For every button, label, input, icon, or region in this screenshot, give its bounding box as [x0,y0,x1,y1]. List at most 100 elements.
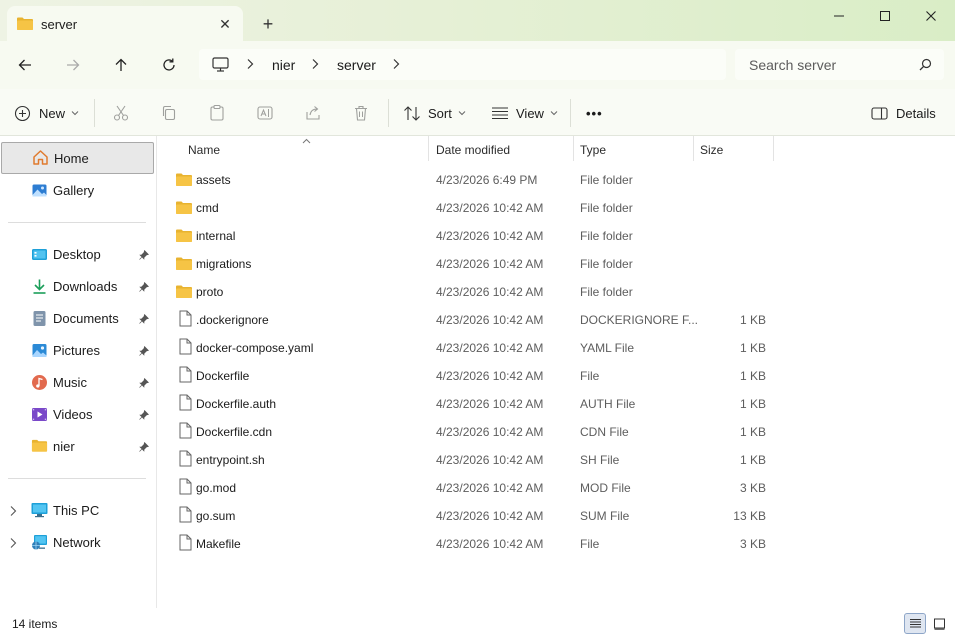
table-row[interactable]: .dockerignore 4/23/2026 10:42 AM DOCKERIGN… [173,305,773,333]
sidebar-item-pictures[interactable]: Pictures [0,334,156,366]
close-window-button[interactable] [908,0,954,32]
new-label: New [39,105,66,121]
breadcrumb-nier[interactable]: nier [272,57,295,73]
table-row[interactable]: go.sum 4/23/2026 10:42 AM SUM File 13 KB [173,501,773,529]
file-icon [177,422,193,442]
command-bar: New Sort View ••• Details [0,89,955,136]
search-input[interactable]: Search server [735,49,944,80]
share-button[interactable] [304,101,322,125]
sidebar-item-label: Documents [53,311,119,326]
paste-button[interactable] [208,101,226,125]
view-button[interactable]: View [491,101,558,125]
sidebar-item-music[interactable]: Music [0,366,156,398]
table-row[interactable]: migrations 4/23/2026 10:42 AM File folder [173,249,773,277]
pin-icon[interactable] [139,441,150,455]
pin-icon[interactable] [139,409,150,423]
details-button[interactable]: Details [871,101,936,125]
sidebar-item-label: Music [53,375,87,390]
minimize-button[interactable] [816,0,862,32]
up-button[interactable] [107,51,135,79]
sidebar-item-desktop[interactable]: Desktop [0,238,156,270]
file-type: YAML File [580,341,635,355]
table-row[interactable]: Dockerfile 4/23/2026 10:42 AM File 1 KB [173,361,773,389]
column-header-date[interactable]: Date modified [429,136,573,161]
delete-button[interactable] [352,101,370,125]
copy-button[interactable] [160,101,178,125]
sidebar-item-label: nier [53,439,75,454]
sidebar-item-network[interactable]: Network [0,526,156,558]
file-date-modified: 4/23/2026 10:42 AM [436,397,544,411]
search-icon [919,58,932,74]
column-resize-handle[interactable] [773,136,774,161]
file-type: DOCKERIGNORE F... [580,313,699,327]
share-icon [306,106,320,120]
column-header-name[interactable]: Name [180,136,428,161]
back-button[interactable] [11,51,39,79]
cut-button[interactable] [112,101,130,125]
pin-icon[interactable] [139,249,150,263]
file-type: MOD File [580,481,631,495]
file-type: File folder [580,285,633,299]
expand-chevron-icon[interactable] [9,505,17,520]
address-bar[interactable]: nier server [199,49,726,80]
table-row[interactable]: Makefile 4/23/2026 10:42 AM File 3 KB [173,529,773,557]
large-icons-view-button[interactable] [928,613,950,634]
table-row[interactable]: Dockerfile.cdn 4/23/2026 10:42 AM CDN File… [173,417,773,445]
table-row[interactable]: Dockerfile.auth 4/23/2026 10:42 AM AUTH Fi… [173,389,773,417]
new-button[interactable]: New [14,101,79,125]
table-row[interactable]: internal 4/23/2026 10:42 AM File folder [173,221,773,249]
table-row[interactable]: docker-compose.yaml 4/23/2026 10:42 AM YAM… [173,333,773,361]
sidebar-item-gallery[interactable]: Gallery [0,174,156,206]
rename-button[interactable] [256,101,274,125]
sidebar-item-label: Home [54,151,89,166]
pin-icon[interactable] [139,377,150,391]
table-row[interactable]: go.mod 4/23/2026 10:42 AM MOD File 3 KB [173,473,773,501]
sidebar-item-home[interactable]: Home [1,142,154,174]
file-icon [177,366,193,386]
column-header-size[interactable]: Size [694,136,773,161]
file-list: Name Date modified Type Size assets 4/23/… [157,136,955,608]
breadcrumb-server[interactable]: server [337,57,376,73]
sort-button[interactable]: Sort [403,101,466,125]
file-icon [177,534,193,554]
sidebar-item-documents[interactable]: Documents [0,302,156,334]
table-row[interactable]: proto 4/23/2026 10:42 AM File folder [173,277,773,305]
file-date-modified: 4/23/2026 10:42 AM [436,285,544,299]
folder-icon [16,16,34,34]
more-options-button[interactable]: ••• [586,101,603,125]
chevron-down-icon [71,111,79,116]
videos-icon [31,406,48,423]
chevron-right-icon[interactable] [246,58,254,73]
tab-server[interactable]: server ✕ [7,6,243,41]
new-tab-button[interactable]: + [258,14,278,34]
pin-icon[interactable] [139,345,150,359]
pin-icon[interactable] [139,313,150,327]
expand-chevron-icon[interactable] [9,537,17,552]
table-row[interactable]: assets 4/23/2026 6:49 PM File folder [173,165,773,193]
file-date-modified: 4/23/2026 6:49 PM [436,173,538,187]
file-name: Dockerfile.auth [196,397,277,411]
chevron-right-icon[interactable] [392,58,400,73]
file-date-modified: 4/23/2026 10:42 AM [436,341,544,355]
file-type: File folder [580,173,633,187]
cut-icon [113,105,129,121]
forward-button[interactable] [59,51,87,79]
pictures-icon [31,342,48,359]
refresh-button[interactable] [155,51,183,79]
table-row[interactable]: cmd 4/23/2026 10:42 AM File folder [173,193,773,221]
pin-icon[interactable] [139,281,150,295]
sidebar-item-this-pc[interactable]: This PC [0,494,156,526]
details-view-button[interactable] [904,613,926,634]
sidebar-item-downloads[interactable]: Downloads [0,270,156,302]
sidebar-item-nier[interactable]: nier [0,430,156,462]
folder-icon [175,172,193,190]
close-tab-icon[interactable]: ✕ [215,14,235,34]
navigation-pane: Home Gallery Desktop Downloads Documents… [0,136,157,608]
chevron-right-icon[interactable] [311,58,319,73]
column-header-type[interactable]: Type [574,136,693,161]
table-row[interactable]: entrypoint.sh 4/23/2026 10:42 AM SH File 1 … [173,445,773,473]
sidebar-item-videos[interactable]: Videos [0,398,156,430]
file-date-modified: 4/23/2026 10:42 AM [436,453,544,467]
file-date-modified: 4/23/2026 10:42 AM [436,369,544,383]
maximize-button[interactable] [862,0,908,32]
